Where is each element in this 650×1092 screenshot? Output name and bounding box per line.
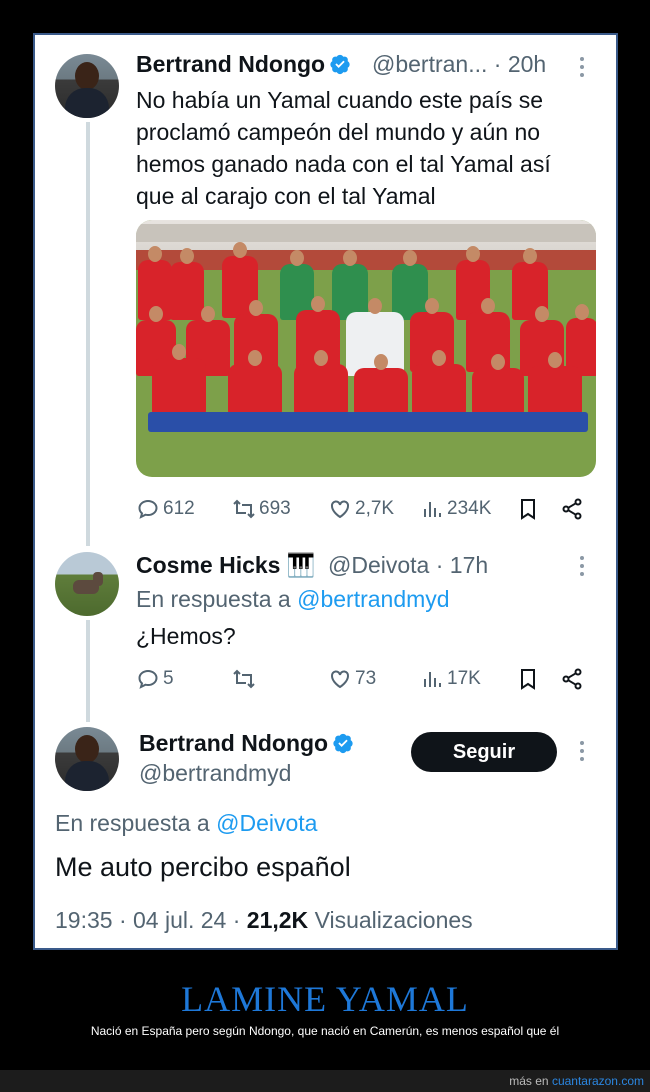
views-icon: [424, 672, 441, 687]
player: [170, 248, 204, 320]
player: [410, 298, 454, 372]
mention-link[interactable]: @Deivota: [216, 810, 317, 836]
avatar[interactable]: [55, 54, 119, 118]
like-button[interactable]: 2,7K: [328, 494, 394, 524]
bookmark-icon: [521, 499, 535, 520]
avatar[interactable]: [55, 552, 119, 616]
footer-prefix: más en: [509, 1074, 549, 1088]
avatar[interactable]: [55, 727, 119, 791]
reply-to-label: En respuesta a: [136, 586, 291, 612]
tweet-text: Me auto percibo español: [55, 852, 351, 882]
author-name-text[interactable]: Bertrand Ndongo: [136, 51, 325, 77]
caption-title: LAMINE YAMAL: [181, 979, 469, 1019]
handle-text[interactable]: @Deivota: [328, 552, 429, 578]
photo-banner: [136, 224, 596, 242]
author-name[interactable]: Bertrand Ndongo: [139, 730, 354, 757]
verified-icon: [330, 54, 350, 75]
verified-icon: [333, 733, 353, 754]
views-button[interactable]: 17K: [420, 664, 481, 694]
footer-bar: más en cuantarazon.com: [0, 1070, 650, 1092]
author-name[interactable]: Cosme Hicks 🎹: [136, 552, 316, 579]
reply-button[interactable]: 5: [136, 664, 174, 694]
views-count: 234K: [447, 498, 492, 519]
more-icon[interactable]: [579, 57, 585, 81]
author-handle[interactable]: @bertrandmyd: [139, 760, 291, 787]
caption-subtitle: Nació en España pero según Ndongo, que n…: [90, 1024, 560, 1038]
author-name-text[interactable]: Bertrand Ndongo: [139, 730, 328, 756]
author-name-text[interactable]: Cosme Hicks: [136, 552, 280, 578]
reply-to-label: En respuesta a: [55, 810, 210, 836]
bookmark-button[interactable]: [516, 664, 543, 694]
retweet-count: 693: [259, 498, 291, 519]
like-count: 73: [355, 668, 377, 689]
tweet-timestamp[interactable]: 19:35 · 04 jul. 24 ·: [55, 907, 240, 933]
views-button[interactable]: 234K: [420, 494, 491, 524]
piano-icon: 🎹: [286, 552, 316, 578]
footer-text: más en cuantarazon.com: [509, 1074, 644, 1088]
mention-link[interactable]: @bertrandmyd: [297, 586, 449, 612]
tweet-actions: 612 693 2,7K 234K: [136, 494, 586, 524]
retweet-icon: [233, 669, 255, 689]
bookmark-icon: [521, 669, 535, 690]
bookmark-button[interactable]: [516, 494, 543, 524]
views-label: Visualizaciones: [314, 907, 473, 933]
views-count: 17K: [447, 668, 481, 689]
follow-button[interactable]: Seguir: [411, 732, 557, 772]
player: [294, 350, 348, 414]
like-count: 2,7K: [355, 498, 395, 519]
retweet-button[interactable]: [232, 664, 259, 694]
thread-line: [86, 122, 90, 546]
reply-icon: [138, 669, 158, 689]
share-button[interactable]: [560, 664, 587, 694]
thread-line: [86, 620, 90, 722]
player: [152, 344, 206, 414]
views-icon: [424, 502, 441, 517]
tweet-time[interactable]: · 17h: [436, 552, 488, 578]
like-icon: [331, 500, 349, 519]
reply-icon: [138, 499, 158, 519]
more-icon[interactable]: [579, 556, 585, 580]
share-icon: [562, 498, 582, 520]
tweet-photo[interactable]: [136, 220, 596, 477]
retweet-button[interactable]: 693: [232, 494, 291, 524]
reply-count: 612: [163, 498, 195, 519]
retweet-icon: [233, 499, 255, 519]
tweet-time[interactable]: · 20h: [494, 51, 546, 77]
player-shorts: [148, 412, 588, 432]
author-name[interactable]: Bertrand Ndongo: [136, 51, 351, 78]
reply-to: En respuesta a @bertrandmyd: [136, 586, 450, 613]
share-button[interactable]: [560, 494, 587, 524]
player: [528, 352, 582, 414]
player: [472, 354, 524, 414]
author-handle[interactable]: @Deivota · 17h: [328, 552, 488, 579]
tweet-text: No había un Yamal cuando este país se pr…: [136, 87, 551, 209]
like-icon: [331, 670, 349, 689]
footer-site-link[interactable]: cuantarazon.com: [552, 1074, 644, 1088]
handle-text[interactable]: @bertran...: [372, 51, 487, 77]
reply-count: 5: [163, 668, 174, 689]
reply-to: En respuesta a @Deivota: [55, 810, 317, 837]
player: [412, 350, 466, 414]
tweet-text: ¿Hemos?: [136, 623, 236, 649]
share-icon: [562, 668, 582, 690]
tweet-meta: 19:35 · 04 jul. 24 · 21,2K Visualizacion…: [55, 907, 473, 934]
views-count: 21,2K: [246, 907, 309, 933]
tweet-actions: 5 73 17K: [136, 664, 586, 694]
reply-button[interactable]: 612: [136, 494, 195, 524]
author-handle[interactable]: @bertran... · 20h: [372, 51, 546, 78]
player: [354, 354, 408, 414]
like-button[interactable]: 73: [328, 664, 376, 694]
more-icon[interactable]: [579, 741, 585, 765]
player: [228, 350, 282, 414]
